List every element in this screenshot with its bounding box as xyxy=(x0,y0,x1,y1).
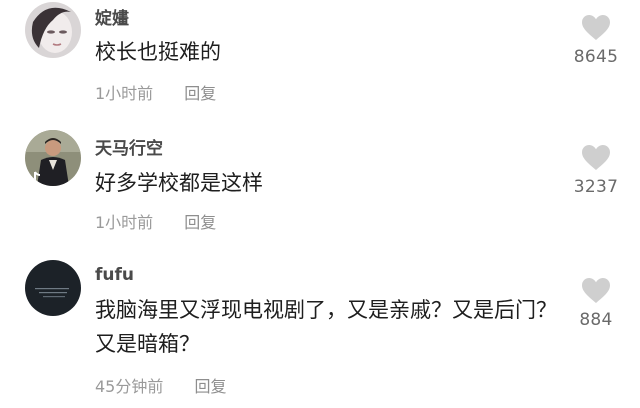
username[interactable]: 婝嫿 xyxy=(95,4,129,29)
comment-time: 45分钟前 xyxy=(95,377,164,396)
comment-time: 1小时前 xyxy=(95,84,154,103)
like-count: 3237 xyxy=(573,177,619,197)
comment-meta: 1小时前 回复 xyxy=(95,80,216,104)
reply-button[interactable]: 回复 xyxy=(194,373,226,397)
portrait-avatar-icon xyxy=(25,2,81,58)
like-count: 884 xyxy=(579,310,613,330)
comment-text: 我脑海里又浮现电视剧了，又是亲戚？又是后门？又是暗箱？ xyxy=(95,298,557,356)
portrait-avatar-icon xyxy=(25,130,81,186)
comment-time: 1小时前 xyxy=(95,213,154,232)
username[interactable]: 天马行空 xyxy=(95,134,163,159)
like-button[interactable]: 3237 xyxy=(566,144,626,197)
comment-meta: 45分钟前 回复 xyxy=(95,373,226,397)
like-count: 8645 xyxy=(573,47,619,67)
heart-icon[interactable] xyxy=(581,277,611,304)
like-button[interactable]: 8645 xyxy=(566,14,626,67)
username[interactable]: fufu xyxy=(95,265,134,285)
reply-button[interactable]: 回复 xyxy=(184,209,216,233)
avatar[interactable] xyxy=(25,2,81,58)
reply-button[interactable]: 回复 xyxy=(184,80,216,104)
like-button[interactable]: 884 xyxy=(566,277,626,330)
avatar[interactable] xyxy=(25,130,81,186)
avatar[interactable] xyxy=(25,260,81,316)
comment-text: 好多学校都是这样 xyxy=(95,171,263,195)
heart-icon[interactable] xyxy=(581,14,611,41)
heart-icon[interactable] xyxy=(581,144,611,171)
comment-meta: 1小时前 回复 xyxy=(95,209,216,233)
dark-text-avatar-icon xyxy=(25,260,81,316)
comment-text: 校长也挺难的 xyxy=(95,40,221,64)
